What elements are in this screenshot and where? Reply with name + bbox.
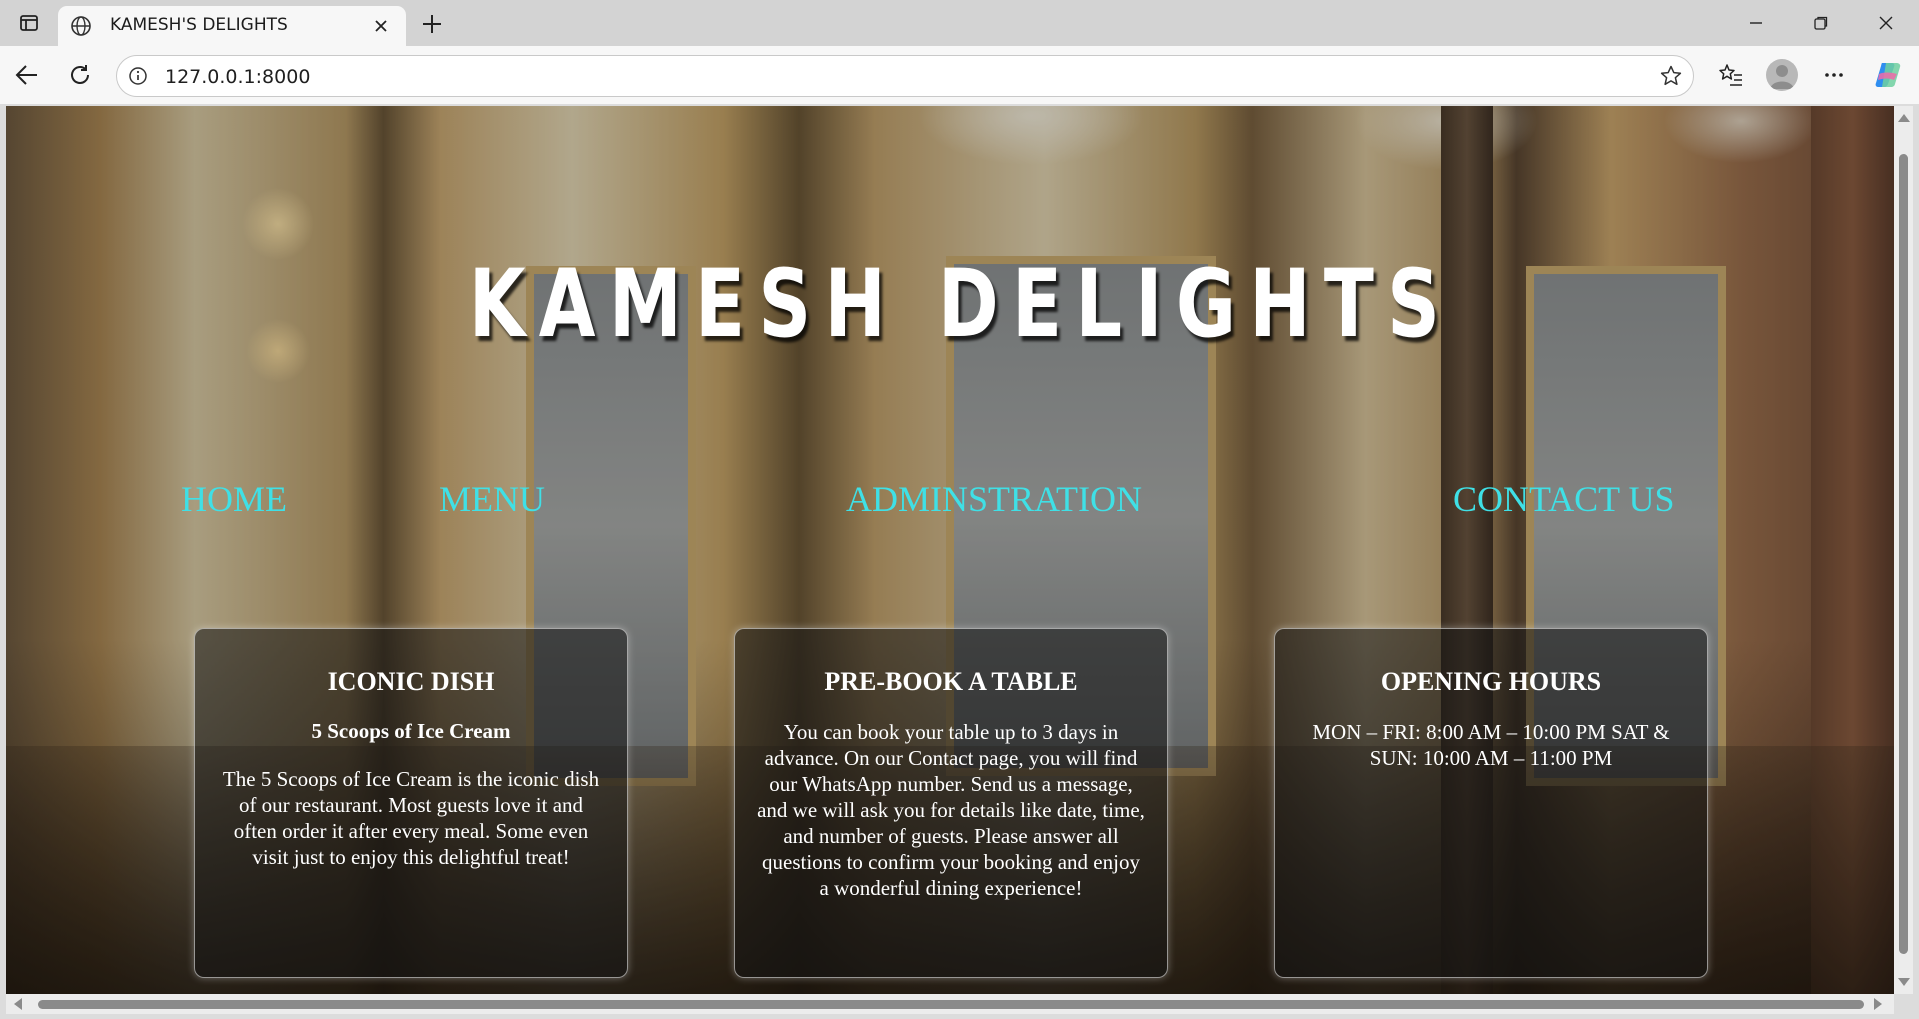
tab-title: KAMESH'S DELIGHTS <box>110 15 288 35</box>
tab-bar: KAMESH'S DELIGHTS <box>0 0 1919 46</box>
copilot-icon[interactable] <box>1871 58 1905 92</box>
horizontal-scroll-thumb[interactable] <box>38 1000 1864 1009</box>
active-tab[interactable]: KAMESH'S DELIGHTS <box>58 6 406 46</box>
tab-actions-icon[interactable] <box>14 10 44 36</box>
reload-icon[interactable] <box>63 58 97 92</box>
close-icon[interactable] <box>370 15 392 37</box>
opening-hours-card: OPENING HOURS MON – FRI: 8:00 AM – 10:00… <box>1274 628 1708 978</box>
horizontal-scrollbar[interactable] <box>6 994 1894 1014</box>
address-bar[interactable]: 127.0.0.1:8000 <box>116 55 1694 97</box>
more-icon[interactable] <box>1817 58 1851 92</box>
card-body: MON – FRI: 8:00 AM – 10:00 PM SAT & SUN:… <box>1312 720 1670 770</box>
card-body: The 5 Scoops of Ice Cream is the iconic … <box>222 767 600 869</box>
vertical-scrollbar[interactable] <box>1894 106 1913 994</box>
card-heading: OPENING HOURS <box>1380 667 1602 696</box>
page-viewport: KAMESH DELIGHTS HOME MENU ADMINSTRATION … <box>6 106 1894 994</box>
favorites-icon[interactable] <box>1714 58 1748 92</box>
scroll-right-icon[interactable] <box>1874 998 1882 1010</box>
window-close-icon[interactable] <box>1863 8 1909 38</box>
nav-contact-us[interactable]: CONTACT US <box>1453 478 1674 520</box>
restore-icon[interactable] <box>1798 8 1844 38</box>
url-text[interactable]: 127.0.0.1:8000 <box>165 66 310 88</box>
iconic-dish-card: ICONIC DISH 5 Scoops of Ice Cream The 5 … <box>194 628 628 978</box>
scroll-down-icon[interactable] <box>1898 978 1910 986</box>
card-heading: PRE-BOOK A TABLE <box>824 667 1078 696</box>
vertical-scroll-thumb[interactable] <box>1899 154 1908 954</box>
profile-icon[interactable] <box>1766 59 1798 91</box>
nav-menu[interactable]: MENU <box>439 478 545 520</box>
browser-toolbar: 127.0.0.1:8000 <box>0 46 1919 104</box>
scroll-left-icon[interactable] <box>14 998 22 1010</box>
info-icon[interactable] <box>127 65 149 87</box>
card-heading: ICONIC DISH <box>327 667 495 696</box>
back-arrow-icon[interactable] <box>10 58 44 92</box>
pre-book-table-card: PRE-BOOK A TABLE You can book your table… <box>734 628 1168 978</box>
card-body: You can book your table up to 3 days in … <box>757 720 1145 900</box>
scroll-up-icon[interactable] <box>1898 114 1910 122</box>
nav-home[interactable]: HOME <box>181 478 287 520</box>
minimize-icon[interactable] <box>1733 8 1779 38</box>
globe-icon <box>70 15 92 37</box>
nav-administration[interactable]: ADMINSTRATION <box>846 478 1142 520</box>
site-title: KAMESH DELIGHTS <box>468 250 1454 359</box>
card-subheading: 5 Scoops of Ice Cream <box>311 719 511 743</box>
plus-icon[interactable] <box>418 10 446 38</box>
star-icon[interactable] <box>1659 64 1683 88</box>
